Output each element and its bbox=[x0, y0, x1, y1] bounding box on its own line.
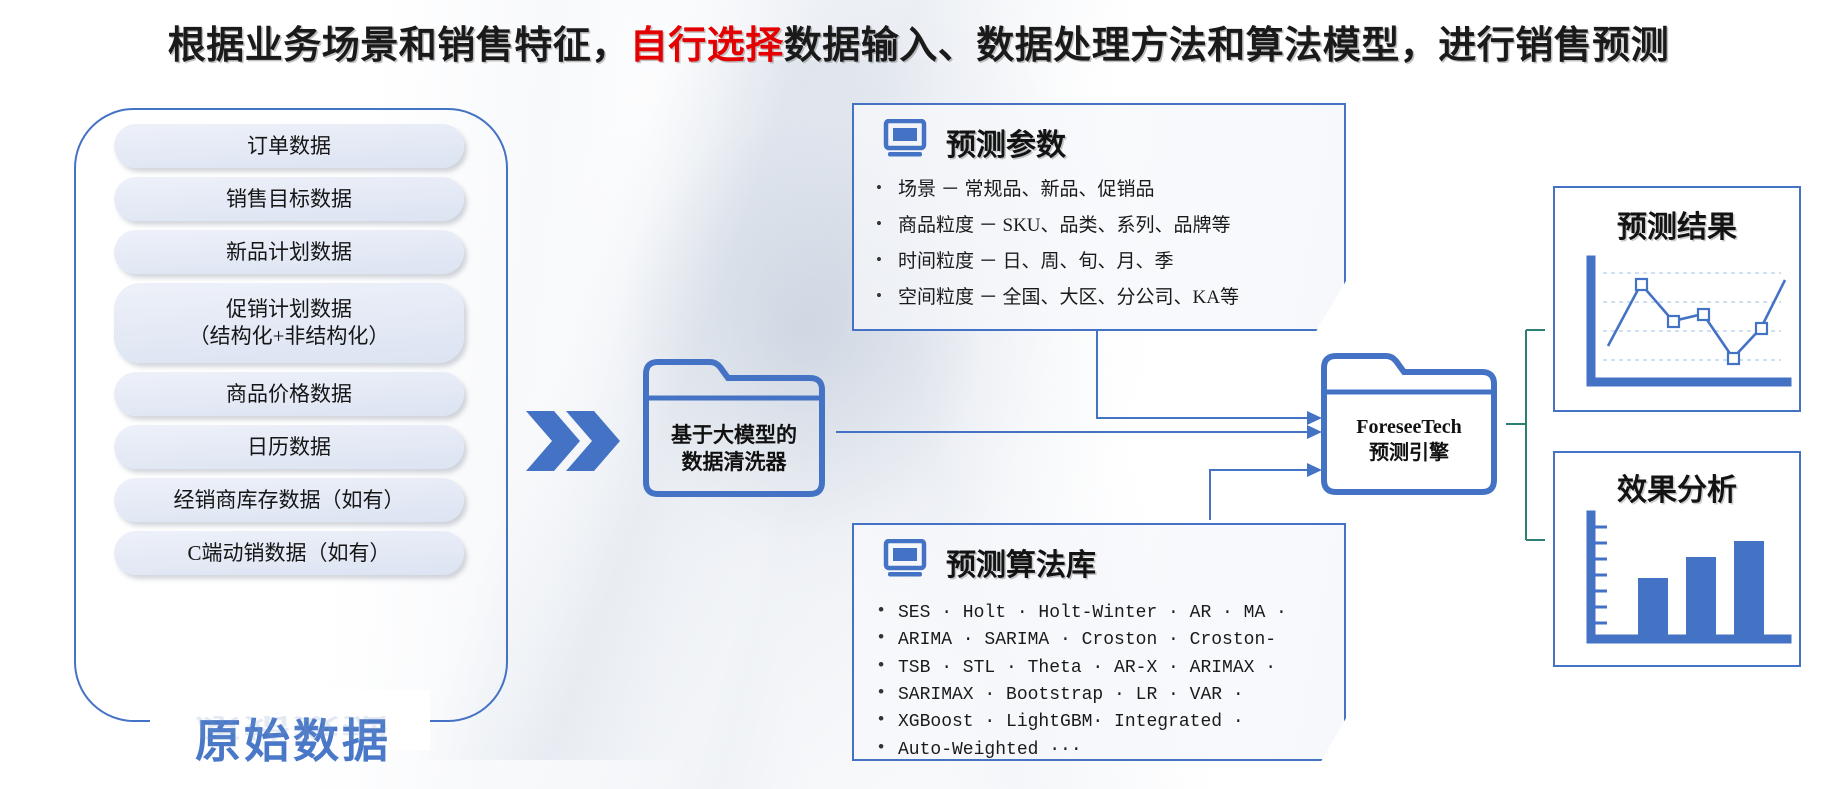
list-item: 空间粒度 － 全国、大区、分公司、KA等 bbox=[876, 284, 1334, 312]
title-part-before: 根据业务场景和销售特征， bbox=[167, 25, 630, 67]
forecast-engine-label: ForeseeTech 预测引擎 bbox=[1316, 414, 1502, 466]
data-cleaner-folder[interactable]: 基于大模型的 数据清洗器 bbox=[638, 354, 830, 502]
forecast-algorithm-title: 预测算法库 bbox=[946, 548, 1096, 582]
forecast-params-header: 预测参数 bbox=[854, 105, 1344, 168]
forecast-engine-folder[interactable]: ForeseeTech 预测引擎 bbox=[1316, 348, 1502, 500]
list-item-label: 新品计划数据 bbox=[226, 239, 352, 264]
forecast-params-panel: 预测参数 场景 － 常规品、新品、促销品 商品粒度 － SKU、品类、系列、品牌… bbox=[852, 103, 1346, 331]
list-item-label: 促销计划数据 bbox=[226, 297, 352, 322]
list-item-label: C端动销数据（如有） bbox=[187, 540, 391, 565]
list-item: 时间粒度 － 日、周、旬、月、季 bbox=[876, 248, 1334, 276]
list-item: 场景 － 常规品、新品、促销品 bbox=[876, 176, 1334, 204]
raw-data-label-reflection: 原始数据 bbox=[195, 712, 391, 742]
data-cleaner-line1: 基于大模型的 bbox=[671, 423, 797, 447]
list-item-label: 商品价格数据 bbox=[226, 381, 352, 406]
list-item: 商品粒度 － SKU、品类、系列、品牌等 bbox=[876, 212, 1334, 240]
algorithm-line: SARIMAX · Bootstrap · LR · VAR · bbox=[876, 681, 1334, 709]
list-item[interactable]: 经销商库存数据（如有） bbox=[114, 478, 464, 522]
bar-chart-icon bbox=[1586, 510, 1792, 644]
list-item-label: 日历数据 bbox=[247, 434, 331, 459]
data-cleaner-line2: 数据清洗器 bbox=[681, 450, 787, 475]
title-highlight: 自行选择 bbox=[629, 25, 784, 67]
forecast-params-title: 预测参数 bbox=[946, 128, 1066, 162]
list-item[interactable]: C端动销数据（如有） bbox=[114, 531, 464, 575]
forecast-algorithm-list: SES · Holt · Holt-Winter · AR · MA · ARI… bbox=[854, 594, 1344, 761]
list-item[interactable]: 销售目标数据 bbox=[114, 177, 464, 221]
forecast-algorithm-header: 预测算法库 bbox=[854, 525, 1344, 588]
monitor-icon bbox=[882, 538, 928, 584]
algorithm-line: Auto-Weighted ··· bbox=[876, 736, 1334, 761]
list-item-label: 经销商库存数据（如有） bbox=[173, 487, 405, 512]
page-title: 根据业务场景和销售特征，自行选择数据输入、数据处理方法和算法模型，进行销售预测 bbox=[0, 14, 1837, 69]
effect-analysis-card[interactable]: 效果分析 bbox=[1553, 451, 1801, 667]
forecast-engine-line2: 预测引擎 bbox=[1369, 442, 1449, 464]
list-item: SES · Holt · Holt-Winter · AR · MA · bbox=[876, 599, 1334, 627]
list-item[interactable]: 日历数据 bbox=[114, 425, 464, 469]
algorithm-line: TSB · STL · Theta · AR-X · ARIMAX · bbox=[876, 654, 1334, 682]
line-chart-icon bbox=[1586, 255, 1792, 387]
list-item[interactable]: 促销计划数据 （结构化+非结构化） bbox=[114, 283, 464, 363]
data-cleaner-label: 基于大模型的 数据清洗器 bbox=[638, 422, 830, 477]
forecast-algorithm-panel: 预测算法库 SES · Holt · Holt-Winter · AR · MA… bbox=[852, 523, 1346, 761]
forecast-params-list: 场景 － 常规品、新品、促销品 商品粒度 － SKU、品类、系列、品牌等 时间粒… bbox=[854, 176, 1344, 312]
raw-data-label: 原始数据 原始数据 bbox=[148, 705, 438, 771]
list-item[interactable]: 订单数据 bbox=[114, 124, 464, 168]
list-item[interactable]: 商品价格数据 bbox=[114, 372, 464, 416]
title-part-after: 数据输入、数据处理方法和算法模型，进行销售预测 bbox=[783, 25, 1670, 67]
forecast-result-card[interactable]: 预测结果 bbox=[1553, 186, 1801, 412]
monitor-icon bbox=[882, 118, 928, 164]
list-item-label: 订单数据 bbox=[247, 133, 331, 158]
list-item[interactable]: 新品计划数据 bbox=[114, 230, 464, 274]
list-item-sublabel: （结构化+非结构化） bbox=[188, 324, 390, 348]
algorithm-line: XGBoost · LightGBM· Integrated · bbox=[876, 708, 1334, 736]
list-item-label: 销售目标数据 bbox=[226, 186, 352, 211]
forecast-engine-line1: ForeseeTech bbox=[1356, 416, 1462, 438]
algorithm-line: ARIMA · SARIMA · Croston · Croston- bbox=[876, 626, 1334, 654]
